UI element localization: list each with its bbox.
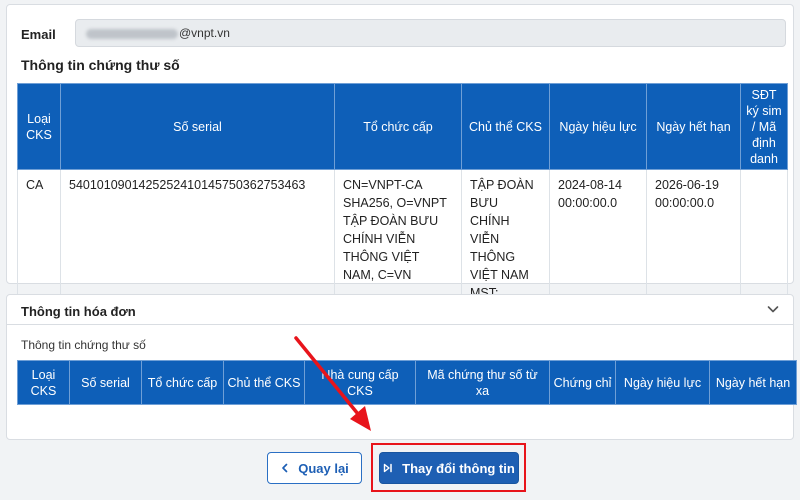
section-title-certificate: Thông tin chứng thư số <box>21 57 180 73</box>
email-label: Email <box>21 27 56 42</box>
col-header-serial: Số serial <box>60 83 335 170</box>
invoice-certificate-table: Loại CKS Số serial Tổ chức cấp Chủ thể C… <box>17 360 797 405</box>
col-header-type: Loại CKS <box>17 83 61 170</box>
section-title-invoice: Thông tin hóa đơn <box>21 304 136 319</box>
chevron-left-icon <box>282 463 288 473</box>
col-header-issuer: Tổ chức cấp <box>141 360 224 405</box>
redacted-text <box>86 28 178 39</box>
col-header-remote-cert-code: Mã chứng thư số từ xa <box>415 360 550 405</box>
col-header-provider: Nhà cung cấp CKS <box>304 360 416 405</box>
col-header-subject: Chủ thể CKS <box>223 360 305 405</box>
invoice-subtitle: Thông tin chứng thư số <box>21 338 146 352</box>
certificate-card: Email @vnpt.vn Thông tin chứng thư số Lo… <box>6 4 794 327</box>
col-header-type: Loại CKS <box>17 360 70 405</box>
highlight-box <box>371 443 526 492</box>
certificate-table: Loại CKS Số serial Tổ chức cấp Chủ thể C… <box>17 83 788 327</box>
back-button[interactable]: Quay lại <box>267 452 362 484</box>
invoice-accordion-header[interactable]: Thông tin hóa đơn <box>7 295 793 325</box>
chevron-down-icon[interactable] <box>765 301 781 317</box>
table-header-row: Loại CKS Số serial Tổ chức cấp Chủ thể C… <box>17 83 788 170</box>
col-header-valid-from: Ngày hiệu lực <box>549 83 647 170</box>
col-header-valid-to: Ngày hết hạn <box>709 360 797 405</box>
email-field[interactable]: @vnpt.vn <box>75 19 786 47</box>
email-row: Email @vnpt.vn <box>21 19 786 51</box>
invoice-card: Thông tin hóa đơn Thông tin chứng thư số… <box>6 294 797 440</box>
col-header-certificate: Chứng chỉ <box>549 360 616 405</box>
col-header-sim-id: SĐT ký sim / Mã định danh <box>740 83 788 170</box>
col-header-serial: Số serial <box>69 360 142 405</box>
back-button-label: Quay lại <box>298 460 349 476</box>
table-header-row: Loại CKS Số serial Tổ chức cấp Chủ thể C… <box>17 360 797 405</box>
page-root: Email @vnpt.vn Thông tin chứng thư số Lo… <box>0 0 800 500</box>
col-header-issuer: Tổ chức cấp <box>334 83 462 170</box>
col-header-valid-from: Ngày hiệu lực <box>615 360 710 405</box>
col-header-valid-to: Ngày hết hạn <box>646 83 741 170</box>
col-header-subject: Chủ thể CKS <box>461 83 550 170</box>
email-value: @vnpt.vn <box>179 26 230 40</box>
